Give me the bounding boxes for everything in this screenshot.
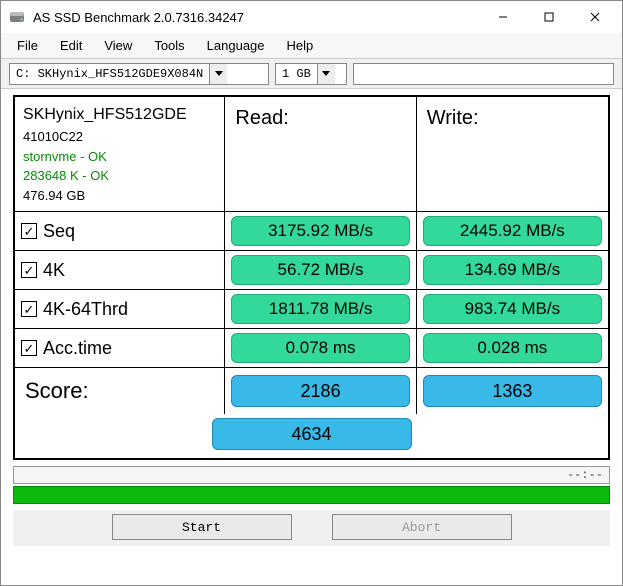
toolbar-textbox[interactable] [353,63,614,85]
4k-row: ✓ 4K [15,251,225,290]
minimize-button[interactable] [480,2,526,32]
4k-read-value: 56.72 MB/s [231,255,409,285]
acc-write-value: 0.028 ms [423,333,602,363]
4k64-write-cell: 983.74 MB/s [417,290,608,329]
close-button[interactable] [572,2,618,32]
button-row: Start Abort [13,510,610,546]
size-select[interactable]: 1 GB [275,63,347,85]
acc-read-cell: 0.078 ms [225,329,416,368]
4k-checkbox[interactable]: ✓ [21,262,37,278]
seq-read-cell: 3175.92 MB/s [225,212,416,251]
window-title: AS SSD Benchmark 2.0.7316.34247 [33,10,480,25]
seq-checkbox[interactable]: ✓ [21,223,37,239]
write-header: Write: [417,97,608,212]
driver-status: stornvme - OK [23,147,216,167]
4k-label: 4K [43,260,65,281]
4k64-label: 4K-64Thrd [43,299,128,320]
start-button[interactable]: Start [112,514,292,540]
acc-write-cell: 0.028 ms [417,329,608,368]
4k64-read-value: 1811.78 MB/s [231,294,409,324]
score-read-cell: 2186 [225,368,416,414]
4k64-checkbox[interactable]: ✓ [21,301,37,317]
seq-label: Seq [43,221,75,242]
acc-label: Acc.time [43,338,112,359]
seq-write-cell: 2445.92 MB/s [417,212,608,251]
acc-row: ✓ Acc.time [15,329,225,368]
4k-write-value: 134.69 MB/s [423,255,602,285]
4k-read-cell: 56.72 MB/s [225,251,416,290]
content-area: SKHynix_HFS512GDE 41010C22 stornvme - OK… [1,89,622,585]
status-time: --:-- [567,468,603,482]
score-total-value: 4634 [212,418,412,450]
menu-tools[interactable]: Tools [144,34,194,57]
window-controls [480,2,618,32]
drive-info: SKHynix_HFS512GDE 41010C22 stornvme - OK… [15,97,225,212]
4k-write-cell: 134.69 MB/s [417,251,608,290]
4k64-read-cell: 1811.78 MB/s [225,290,416,329]
score-total-row: 4634 [15,414,608,458]
score-read-value: 2186 [231,375,409,407]
results-panel: SKHynix_HFS512GDE 41010C22 stornvme - OK… [13,95,610,460]
menu-language[interactable]: Language [197,34,275,57]
menu-view[interactable]: View [94,34,142,57]
score-write-cell: 1363 [417,368,608,414]
progress-bar [13,486,610,504]
score-write-value: 1363 [423,375,602,407]
acc-read-value: 0.078 ms [231,333,409,363]
menu-help[interactable]: Help [277,34,324,57]
drive-select-value: C: SKHynix_HFS512GDE9X084N [10,67,209,81]
acc-checkbox[interactable]: ✓ [21,340,37,356]
seq-write-value: 2445.92 MB/s [423,216,602,246]
maximize-button[interactable] [526,2,572,32]
status-bar: --:-- [13,466,610,484]
drive-capacity: 476.94 GB [23,186,216,206]
menu-file[interactable]: File [7,34,48,57]
chevron-down-icon [209,64,227,84]
read-header: Read: [225,97,416,212]
titlebar: AS SSD Benchmark 2.0.7316.34247 [1,1,622,33]
menu-edit[interactable]: Edit [50,34,92,57]
seq-read-value: 3175.92 MB/s [231,216,409,246]
app-icon [9,9,25,25]
size-select-value: 1 GB [276,67,317,81]
drive-select[interactable]: C: SKHynix_HFS512GDE9X084N [9,63,269,85]
score-label: Score: [15,368,225,414]
alignment-status: 283648 K - OK [23,166,216,186]
drive-firmware: 41010C22 [23,127,216,147]
chevron-down-icon [317,64,335,84]
4k64-write-value: 983.74 MB/s [423,294,602,324]
drive-model: SKHynix_HFS512GDE [23,103,216,127]
abort-button[interactable]: Abort [332,514,512,540]
4k64-row: ✓ 4K-64Thrd [15,290,225,329]
menubar: File Edit View Tools Language Help [1,33,622,59]
app-window: AS SSD Benchmark 2.0.7316.34247 File Edi… [0,0,623,586]
toolbar: C: SKHynix_HFS512GDE9X084N 1 GB [1,59,622,89]
seq-row: ✓ Seq [15,212,225,251]
